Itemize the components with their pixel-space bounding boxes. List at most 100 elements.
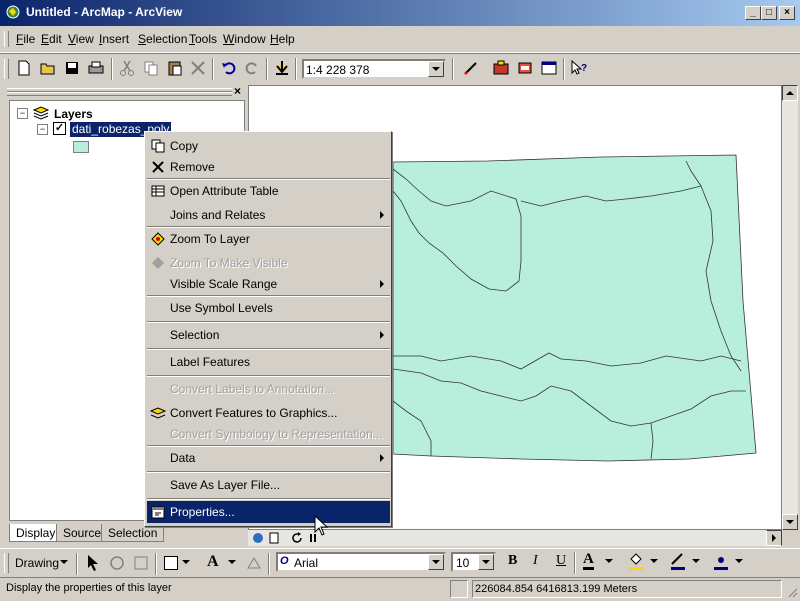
print-icon[interactable] xyxy=(87,59,105,77)
menu-separator xyxy=(147,498,390,500)
menu-item-zoom-to-layer[interactable]: Zoom To Layer xyxy=(147,228,390,250)
open-folder-icon[interactable] xyxy=(39,59,57,77)
text-dropdown-icon[interactable] xyxy=(228,560,236,564)
rectangle-tool-icon[interactable] xyxy=(164,556,178,570)
layer-visibility-checkbox[interactable]: ✓ xyxy=(53,122,66,135)
menu-file[interactable]: File xyxy=(16,32,35,46)
drawing-menu[interactable]: Drawing xyxy=(15,556,59,570)
toc-titlebar[interactable]: × xyxy=(7,84,246,98)
menu-item-use-symbol-levels[interactable]: Use Symbol Levels xyxy=(147,297,390,319)
menu-window[interactable]: Window xyxy=(223,32,266,46)
font-dropdown-button[interactable] xyxy=(428,554,444,570)
rectangle-dropdown-icon[interactable] xyxy=(182,560,190,564)
refresh-icon[interactable] xyxy=(290,531,304,545)
cut-icon[interactable] xyxy=(118,59,136,77)
menu-item-convert-features-to-graphics[interactable]: Convert Features to Graphics... xyxy=(147,402,390,424)
toolbar-grip[interactable] xyxy=(4,59,9,79)
select-elements-icon[interactable] xyxy=(86,553,100,573)
layers-icon xyxy=(32,106,50,120)
menu-help[interactable]: Help xyxy=(270,32,295,46)
menu-item-joins-and-relates[interactable]: Joins and Relates xyxy=(147,204,390,226)
line-color-icon[interactable] xyxy=(669,551,687,571)
map-vertical-scrollbar[interactable] xyxy=(782,85,798,530)
layout-view-icon[interactable] xyxy=(267,531,281,545)
drawing-menu-arrow-icon[interactable] xyxy=(60,560,68,564)
copy-icon xyxy=(151,139,165,153)
paste-icon[interactable] xyxy=(166,59,184,77)
line-color-dropdown-icon[interactable] xyxy=(692,559,700,563)
layer-symbol-swatch[interactable] xyxy=(73,141,89,153)
command-line-icon[interactable] xyxy=(540,59,558,77)
drawing-toolbar-grip[interactable] xyxy=(4,553,9,573)
arccatalog-icon[interactable] xyxy=(516,59,534,77)
menu-item-remove[interactable]: Remove xyxy=(147,156,390,178)
menu-insert[interactable]: Insert xyxy=(99,32,129,46)
toolbar-separator xyxy=(266,58,268,80)
menu-view[interactable]: View xyxy=(68,32,94,46)
zoom-whole-page-icon[interactable] xyxy=(132,554,150,572)
bold-button[interactable]: B xyxy=(508,553,517,569)
layers-dataframe-label[interactable]: Layers xyxy=(54,107,93,121)
tab-display[interactable]: Display xyxy=(9,524,63,542)
font-name-value: Arial xyxy=(294,556,319,570)
menu-item-visible-scale-range[interactable]: Visible Scale Range xyxy=(147,273,390,295)
scroll-up-button[interactable] xyxy=(782,85,798,101)
menu-edit[interactable]: Edit xyxy=(41,32,62,46)
map-scale-combobox[interactable]: 1:4 228 378 xyxy=(302,59,446,79)
resize-grip-icon[interactable] xyxy=(786,586,798,598)
menu-item-zoom-to-make-visible[interactable]: Zoom To Make Visible xyxy=(147,252,390,274)
add-data-icon[interactable] xyxy=(273,59,291,77)
underline-button[interactable]: U xyxy=(556,553,566,569)
text-tool-icon[interactable]: A xyxy=(207,553,219,571)
scale-dropdown-button[interactable] xyxy=(428,61,444,77)
fill-color-dropdown-icon[interactable] xyxy=(650,559,658,563)
italic-button[interactable]: I xyxy=(533,553,538,569)
new-document-icon[interactable] xyxy=(15,59,33,77)
editor-toolbar-icon[interactable] xyxy=(462,59,480,77)
whats-this-help-icon[interactable]: ? xyxy=(570,59,588,77)
data-view-icon[interactable] xyxy=(251,531,265,545)
font-color-icon[interactable]: A xyxy=(583,551,594,570)
menu-tools[interactable]: Tools xyxy=(189,32,217,46)
title-bar[interactable]: Untitled - ArcMap - ArcView _ □ × xyxy=(0,0,800,26)
marker-color-dropdown-icon[interactable] xyxy=(735,559,743,563)
redo-icon[interactable] xyxy=(243,59,261,77)
delete-icon[interactable] xyxy=(189,59,207,77)
menu-item-label-features[interactable]: Label Features xyxy=(147,351,390,373)
menu-item-open-attribute-table[interactable]: Open Attribute Table xyxy=(147,180,390,202)
scroll-down-button[interactable] xyxy=(782,514,798,530)
menu-item-convert-symbology-to-representation[interactable]: Convert Symbology to Representation... xyxy=(147,423,390,445)
menu-selection[interactable]: Selection xyxy=(138,32,187,46)
menu-item-properties[interactable]: Properties... xyxy=(147,501,390,523)
collapse-layer-icon[interactable]: − xyxy=(37,124,48,135)
copy-icon[interactable] xyxy=(142,59,160,77)
toc-close-icon[interactable]: × xyxy=(234,84,241,98)
toolbar-separator xyxy=(111,58,113,80)
collapse-layers-icon[interactable]: − xyxy=(17,108,28,119)
font-size-combobox[interactable]: 10 xyxy=(451,552,496,572)
arctoolbox-icon[interactable] xyxy=(492,59,510,77)
scroll-right-button[interactable] xyxy=(766,530,782,546)
menu-item-copy[interactable]: Copy xyxy=(147,135,390,157)
menu-item-save-as-layer-file[interactable]: Save As Layer File... xyxy=(147,474,390,496)
font-color-dropdown-icon[interactable] xyxy=(605,559,613,563)
undo-icon[interactable] xyxy=(220,59,238,77)
fill-color-icon[interactable] xyxy=(627,551,645,571)
menubar-grip[interactable] xyxy=(4,31,9,47)
convert-graphics-icon xyxy=(150,407,166,419)
map-horizontal-scrollbar[interactable] xyxy=(248,530,782,546)
edit-vertices-icon[interactable] xyxy=(245,554,263,572)
status-panel-blank xyxy=(450,580,468,598)
close-button[interactable]: × xyxy=(779,6,795,20)
minimize-button[interactable]: _ xyxy=(745,6,761,20)
menu-item-data[interactable]: Data xyxy=(147,447,390,469)
save-icon[interactable] xyxy=(63,59,81,77)
font-size-dropdown-button[interactable] xyxy=(478,554,494,570)
font-size-value: 10 xyxy=(456,556,470,570)
marker-color-icon[interactable] xyxy=(712,551,730,571)
maximize-button[interactable]: □ xyxy=(761,6,777,20)
menu-item-selection[interactable]: Selection xyxy=(147,324,390,346)
rotate-icon[interactable] xyxy=(108,554,126,572)
font-combobox[interactable]: O Arial xyxy=(276,552,446,572)
menu-item-convert-labels-to-annotation[interactable]: Convert Labels to Annotation... xyxy=(147,378,390,400)
